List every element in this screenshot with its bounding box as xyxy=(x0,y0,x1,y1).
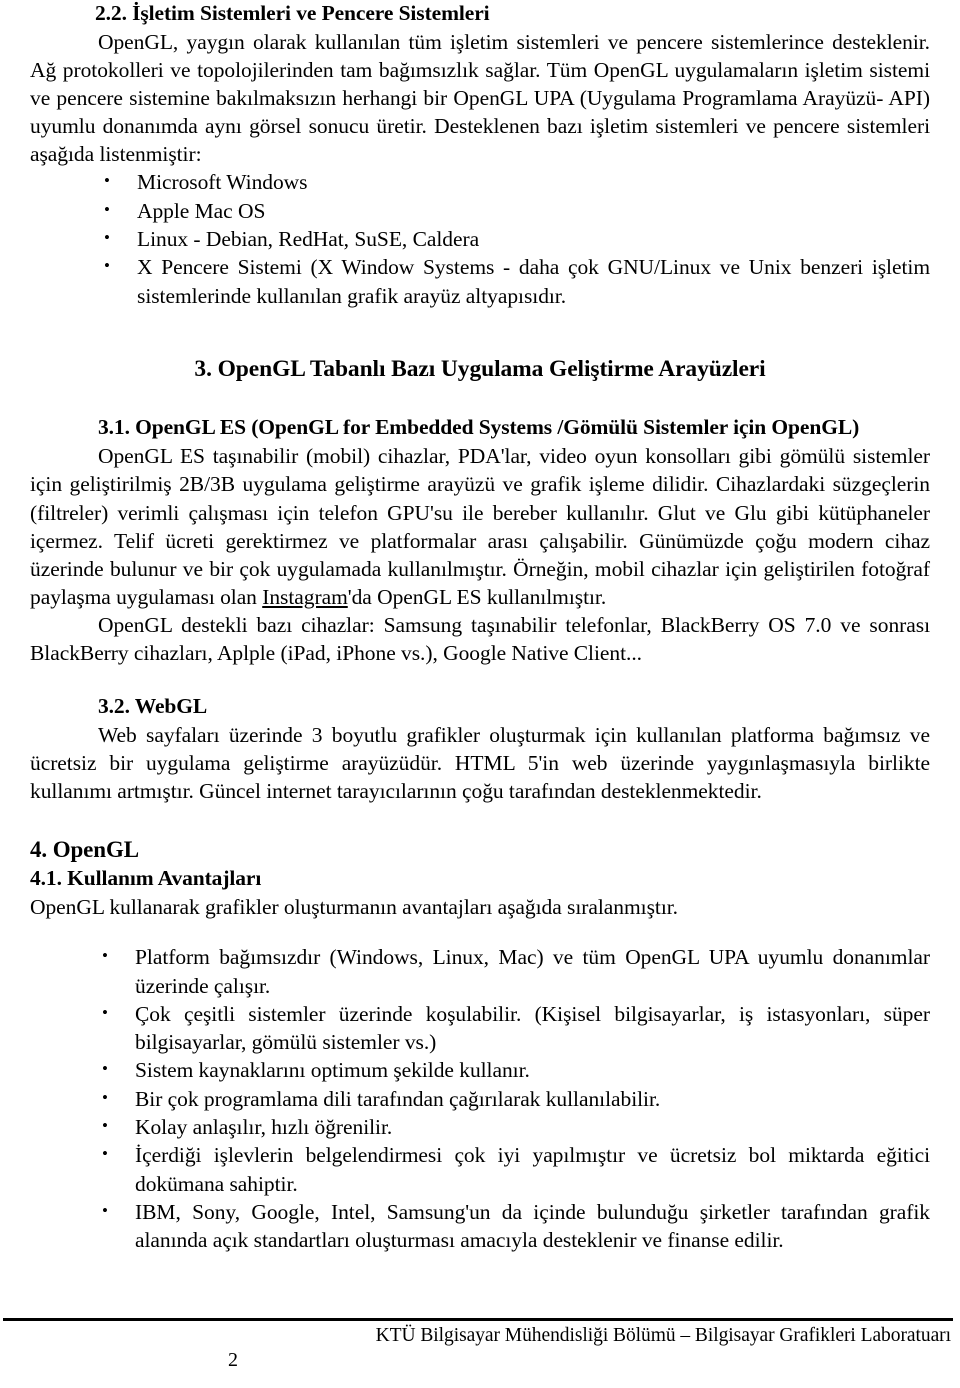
paragraph-3-2: Web sayfaları üzerinde 3 boyutlu grafikl… xyxy=(30,723,930,804)
paragraph-4-1: OpenGL kullanarak grafikler oluşturmanın… xyxy=(30,895,679,920)
heading-3-2: 3.2. WebGL xyxy=(98,694,208,719)
paragraph-3-1-a-text-after-link: 'da OpenGL ES kullanılmıştır. xyxy=(347,584,607,609)
page-footer: KTÜ Bilgisayar Mühendisliği Bölümü – Bil… xyxy=(3,1318,953,1372)
list-item: Microsoft Windows xyxy=(30,167,930,196)
list-item: X Pencere Sistemi (X Window Systems - da… xyxy=(30,252,930,310)
heading-4-1: 4.1. Kullanım Avantajları xyxy=(30,866,262,891)
paragraph-3-1-b: OpenGL destekli bazı cihazlar: Samsung t… xyxy=(30,612,930,666)
instagram-link[interactable]: Instagram xyxy=(262,585,348,609)
page-content: 2.2. İşletim Sistemleri ve Pencere Siste… xyxy=(30,0,930,1255)
heading-3-1: 3.1. OpenGL ES (OpenGL for Embedded Syst… xyxy=(98,415,860,440)
list-item: İçerdiği işlevlerin belgelendirmesi çok … xyxy=(30,1140,930,1198)
list-item: Linux - Debian, RedHat, SuSE, Caldera xyxy=(30,224,930,253)
list-item: Platform bağımsızdır (Windows, Linux, Ma… xyxy=(30,942,930,1000)
paragraph-3-1-a: OpenGL ES taşınabilir (mobil) cihazlar, … xyxy=(30,442,930,611)
footer-text: KTÜ Bilgisayar Mühendisliği Bölümü – Bil… xyxy=(375,1325,951,1346)
list-item: Bir çok programlama dili tarafından çağı… xyxy=(30,1084,930,1113)
heading-3: 3. OpenGL Tabanlı Bazı Uygulama Geliştir… xyxy=(194,355,766,382)
advantages-list: Platform bağımsızdır (Windows, Linux, Ma… xyxy=(30,942,930,1255)
list-item: Sistem kaynaklarını optimum şekilde kull… xyxy=(30,1055,930,1084)
heading-4: 4. OpenGL xyxy=(30,837,140,863)
heading-2-2: 2.2. İşletim Sistemleri ve Pencere Siste… xyxy=(95,1,490,25)
paragraph-2-2: OpenGL, yaygın olarak kullanılan tüm işl… xyxy=(30,29,930,167)
list-item: Kolay anlaşılır, hızlı öğrenilir. xyxy=(30,1112,930,1141)
page-number: 2 xyxy=(228,1349,238,1371)
list-item: IBM, Sony, Google, Intel, Samsung'un da … xyxy=(30,1197,930,1255)
document-page: 2.2. İşletim Sistemleri ve Pencere Siste… xyxy=(0,0,960,1388)
list-item: Apple Mac OS xyxy=(30,196,930,225)
os-list: Microsoft Windows Apple Mac OS Linux - D… xyxy=(30,167,930,310)
list-item: Çok çeşitli sistemler üzerinde koşulabil… xyxy=(30,999,930,1057)
